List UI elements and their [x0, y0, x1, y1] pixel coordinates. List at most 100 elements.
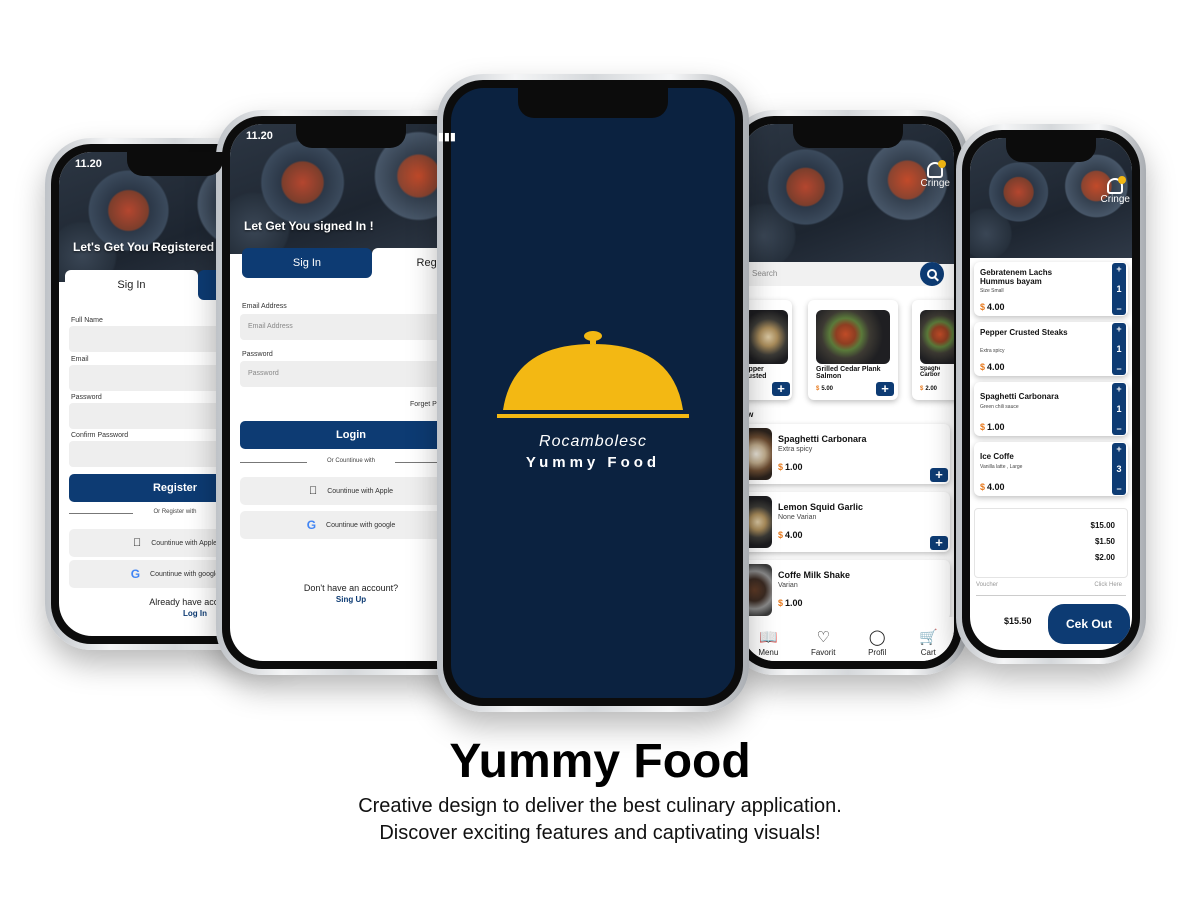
user-icon: ◯ [868, 629, 886, 646]
cart-item: Gebratenem Lachs Hummus bayam Size Small… [974, 262, 1128, 316]
tab-sign-in[interactable]: Sig In [65, 270, 198, 300]
total-value: $15.50 [1004, 616, 1032, 626]
qty-value: 1 [1116, 404, 1122, 414]
currency: $ [980, 482, 986, 492]
food-image [744, 310, 788, 364]
plus-icon[interactable]: + [1116, 444, 1121, 454]
nav-profil[interactable]: ◯ Profil [868, 630, 886, 657]
item-name: Coffe Milk Shake [778, 570, 851, 580]
signal-icon: ▮▮▮ [437, 131, 456, 143]
login-button[interactable]: Login [240, 421, 462, 449]
list-item[interactable]: Spaghetti Carbonara Extra spicy $1.00 + [742, 424, 950, 484]
nav-label: Menu [758, 648, 779, 657]
notification-label: Cringe [1100, 194, 1130, 205]
bell-icon [927, 160, 947, 178]
minus-icon[interactable]: − [1116, 424, 1121, 434]
quantity-stepper[interactable]: +1 − [1112, 323, 1126, 375]
search-icon [927, 269, 937, 279]
food-image [816, 310, 890, 364]
currency: $ [778, 462, 784, 472]
item-price: 1.00 [987, 422, 1005, 432]
qty-value: 1 [1116, 344, 1122, 354]
nav-label: Favorit [810, 648, 836, 657]
list-item[interactable]: Lemon Squid Garlic None Varian $4.00 + [742, 492, 950, 552]
item-name: Gebratenem Lachs Hummus bayam [980, 268, 1053, 286]
heart-icon: ♡ [816, 629, 830, 646]
notch [793, 124, 903, 148]
item-sub: Varian [778, 582, 798, 589]
qty-value: 1 [1116, 284, 1122, 294]
notification-bell[interactable]: Cringe [1100, 176, 1130, 205]
list-item[interactable]: Coffe Milk Shake Varian $1.00 [742, 560, 950, 620]
apple-button[interactable]:  Countinue with Apple [240, 477, 462, 505]
voucher-action[interactable]: Click Here [1094, 582, 1122, 588]
search-button[interactable] [920, 262, 944, 286]
cart-phone: Cringe Gebratenem Lachs Hummus bayam Siz… [956, 124, 1146, 664]
google-button[interactable]: G Countinue with google [240, 511, 462, 539]
item-name: Ice Coffe [980, 452, 1014, 461]
tax-value: $1.50 [1094, 537, 1115, 546]
quantity-stepper[interactable]: +1 − [1112, 383, 1126, 435]
menu-screen: Cringe Search Pepper Crusted + Grilled C… [742, 124, 954, 661]
item-price: 4.00 [785, 530, 803, 540]
menu-phone: Cringe Search Pepper Crusted + Grilled C… [728, 110, 968, 675]
item-price: 1.00 [785, 598, 803, 608]
quantity-stepper[interactable]: +1 − [1112, 263, 1126, 315]
featured-card[interactable]: Grilled Cedar Plank Salmon $5.00 + [808, 300, 898, 400]
featured-card[interactable]: Pepper Crusted + [742, 300, 792, 400]
currency: $ [778, 598, 784, 608]
splash-phone: Rocambolesc Yummy Food [437, 74, 749, 712]
tab-sign-in[interactable]: Sig In [242, 248, 372, 278]
book-icon: 📖 [758, 629, 778, 646]
google-icon: G [130, 567, 141, 581]
plus-icon[interactable]: + [1116, 264, 1121, 274]
checkout-button[interactable]: Cek Out [1048, 604, 1130, 644]
add-button[interactable]: + [930, 536, 948, 550]
item-price: 4.00 [987, 362, 1005, 372]
nav-label: Profil [868, 648, 887, 657]
apple-button-label: Countinue with Apple [147, 539, 217, 547]
password-label: Password [242, 351, 273, 358]
minus-icon[interactable]: − [1116, 364, 1121, 374]
search-input[interactable]: Search [742, 262, 944, 286]
voucher-row[interactable]: Voucher Click Here [976, 582, 1126, 596]
notch [1006, 138, 1096, 162]
screen-title: Let Get You signed In ! [244, 219, 374, 233]
notification-bell[interactable]: Cringe [921, 160, 950, 189]
minus-icon[interactable]: − [1116, 484, 1121, 494]
add-button[interactable]: + [876, 382, 894, 396]
email-field[interactable]: Email Address [240, 314, 462, 340]
item-price: 4.00 [987, 482, 1005, 492]
subtotal-value: $15.00 [1090, 521, 1115, 530]
cart-item: Ice Coffe Vanilla latte , Large $4.00 +3… [974, 442, 1128, 496]
nav-favorit[interactable]: ♡ Favorit [811, 630, 835, 657]
bottom-nav: 📖 Menu ♡ Favorit ◯ Profil 🛒 Cart [742, 617, 954, 661]
currency: $ [778, 530, 784, 540]
email-label: Email Address [242, 303, 287, 310]
add-button[interactable]: + [772, 382, 790, 396]
signup-question: Don't have an account? [303, 583, 399, 593]
nav-label: Cart [920, 648, 936, 657]
item-name: Spaghetti Carbonara [980, 392, 1059, 401]
apple-icon:  [309, 485, 317, 497]
plus-icon[interactable]: + [1116, 324, 1121, 334]
item-price: 4.00 [987, 302, 1005, 312]
cart-screen: Cringe Gebratenem Lachs Hummus bayam Siz… [970, 138, 1132, 650]
password-field[interactable]: Password [240, 361, 462, 387]
add-button[interactable]: + [930, 468, 948, 482]
item-name: Lemon Squid Garlic [778, 502, 864, 512]
quantity-stepper[interactable]: +3 − [1112, 443, 1126, 495]
apple-icon:  [133, 537, 141, 549]
minus-icon[interactable]: − [1116, 304, 1121, 314]
nav-cart[interactable]: 🛒 Cart [919, 630, 938, 657]
featured-card[interactable]: Spaghetti Carbonara $2.00 [912, 300, 954, 400]
currency: $ [816, 386, 820, 392]
nav-menu[interactable]: 📖 Menu [758, 630, 778, 657]
signup-link[interactable]: Sing Up [230, 595, 472, 604]
plus-icon[interactable]: + [1116, 384, 1121, 394]
item-name: Pepper Crusted Steaks [980, 328, 1068, 337]
login-screen: 11.20 ▮▮▮ Let Get You signed In ! Sig In … [230, 124, 472, 661]
item-sub: Size Small [980, 288, 1004, 294]
search-placeholder: Search [752, 269, 778, 278]
featured-name: Pepper Crusted [742, 366, 767, 380]
